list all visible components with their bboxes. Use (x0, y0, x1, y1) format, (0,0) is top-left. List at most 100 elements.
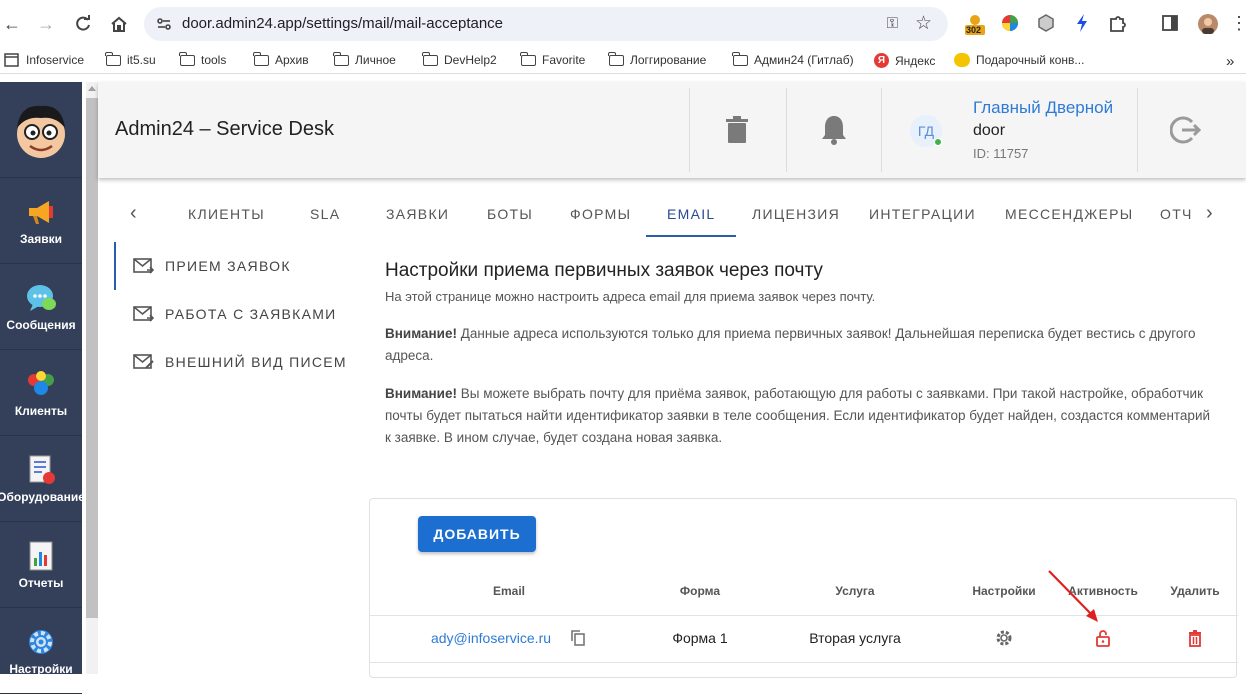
tab-reports[interactable]: ОТЧ (1160, 206, 1193, 222)
sidebar-item-clients[interactable]: Клиенты (0, 350, 82, 436)
trash-icon[interactable] (726, 116, 748, 149)
menu-item-request-acceptance[interactable]: ПРИЕМ ЗАЯВОК (114, 242, 364, 290)
gift-logo-icon (954, 53, 970, 67)
warning-label: Внимание! (385, 386, 457, 401)
bookmark-label: it5.su (127, 53, 156, 67)
side-panel-icon[interactable] (1160, 13, 1180, 33)
active-tab-indicator (646, 235, 736, 237)
bookmark-gitlab[interactable]: Админ24 (Гитлаб) (732, 51, 854, 67)
bookmark-label: Личное (355, 53, 396, 67)
copy-icon[interactable] (569, 629, 587, 647)
profile-avatar-icon[interactable] (1197, 13, 1218, 34)
menu-item-mail-appearance[interactable]: ВНЕШНИЙ ВИД ПИСЕМ (114, 338, 364, 386)
folder-icon (105, 51, 121, 66)
megaphone-icon (29, 201, 53, 224)
bookmark-it5[interactable]: it5.su (105, 51, 156, 67)
star-icon[interactable]: ☆ (915, 12, 932, 35)
menu-item-label: ПРИЕМ ЗАЯВОК (165, 258, 291, 274)
user-initials: ГД (917, 123, 935, 139)
key-icon[interactable]: ⚿ (887, 15, 898, 32)
folder-icon (253, 51, 269, 66)
tab-license[interactable]: ЛИЦЕНЗИЯ (752, 206, 840, 222)
tab-clients[interactable]: КЛИЕНТЫ (188, 206, 265, 222)
bell-icon[interactable] (820, 114, 848, 151)
sidebar-item-label: Клиенты (14, 404, 68, 418)
bookmark-label: Админ24 (Гитлаб) (754, 53, 854, 67)
reload-icon[interactable] (71, 12, 95, 36)
site-settings-icon[interactable] (156, 16, 172, 32)
browser-menu-icon[interactable]: ⋮ (1230, 13, 1246, 33)
unlock-icon[interactable] (1094, 629, 1112, 647)
extension-badge-count: 302 (966, 25, 982, 35)
add-button[interactable]: ДОБАВИТЬ (418, 516, 536, 552)
sidebar-item-label: Отчеты (18, 576, 64, 590)
bookmark-infoservice[interactable]: Infoservice (4, 53, 84, 67)
column-header-email: Email (492, 584, 526, 598)
bookmarks-overflow-icon[interactable]: » (1226, 53, 1234, 70)
column-header-form: Форма (679, 584, 721, 598)
page-scrollbar[interactable] (86, 82, 98, 674)
warning-label: Внимание! (385, 326, 457, 341)
url-text[interactable]: door.admin24.app/settings/mail/mail-acce… (182, 15, 503, 32)
tab-sla[interactable]: SLA (310, 206, 340, 222)
row-service: Вторая услуга (809, 630, 901, 646)
bookmark-gift[interactable]: Подарочный конв... (954, 53, 1084, 67)
delete-icon[interactable] (1186, 629, 1204, 647)
sidebar-item-label: Сообщения (6, 318, 76, 332)
column-header-delete: Удалить (1170, 584, 1220, 598)
clients-icon (28, 371, 54, 395)
page-icon (4, 53, 19, 67)
home-icon[interactable] (107, 12, 131, 36)
folder-icon (520, 51, 536, 66)
folder-icon (333, 51, 349, 66)
user-avatar[interactable]: ГД (910, 115, 942, 147)
tab-integrations[interactable]: ИНТЕГРАЦИИ (869, 206, 976, 222)
menu-item-request-work[interactable]: РАБОТА С ЗАЯВКАМИ (114, 290, 364, 338)
sidebar-item-messages[interactable]: Сообщения (0, 264, 82, 350)
tabs-prev-icon[interactable]: ‹ (130, 202, 137, 225)
bookmark-yandex[interactable]: Я Яндекс (874, 53, 935, 68)
row-form: Форма 1 (672, 630, 728, 646)
tab-forms[interactable]: ФОРМЫ (570, 206, 631, 222)
cube-icon[interactable] (1036, 13, 1056, 33)
folder-icon (179, 51, 195, 66)
online-status-dot (934, 138, 942, 146)
forward-icon[interactable]: → (34, 12, 58, 36)
column-header-settings: Настройки (972, 584, 1036, 598)
mail-in-icon (133, 258, 155, 274)
tabs-next-icon[interactable]: › (1206, 202, 1213, 225)
scrollbar-thumb[interactable] (86, 98, 98, 618)
tab-requests[interactable]: ЗАЯВКИ (386, 206, 449, 222)
color-wheel-icon[interactable] (1000, 13, 1020, 33)
menu-item-label: РАБОТА С ЗАЯВКАМИ (165, 306, 337, 322)
user-name[interactable]: Главный Дверной (973, 98, 1113, 118)
tab-bots[interactable]: БОТЫ (487, 206, 533, 222)
lightning-icon[interactable] (1072, 13, 1092, 33)
row-email[interactable]: ady@infoservice.ru (431, 630, 551, 646)
sidebar-item-reports[interactable]: Отчеты (0, 522, 82, 608)
sidebar-item-equipment[interactable]: Оборудование (0, 436, 85, 522)
bookmark-logging[interactable]: Логгирование (608, 51, 706, 67)
logout-icon[interactable] (1169, 116, 1202, 149)
app-logo[interactable] (0, 82, 82, 178)
bookmark-favorite[interactable]: Favorite (520, 51, 585, 67)
sidebar-item-requests[interactable]: Заявки (0, 178, 82, 264)
header-divider (1137, 88, 1138, 172)
back-icon[interactable]: ← (0, 12, 24, 36)
sidebar-item-settings[interactable]: Настройки (0, 608, 82, 694)
tab-messengers[interactable]: МЕССЕНДЖЕРЫ (1005, 206, 1133, 222)
warning-text-2: Внимание! Вы можете выбрать почту для пр… (385, 383, 1215, 449)
bookmark-devhelp[interactable]: DevHelp2 (422, 51, 497, 67)
scroll-up-icon[interactable] (88, 86, 96, 91)
bookmark-personal[interactable]: Личное (333, 51, 396, 67)
extensions-puzzle-icon[interactable] (1108, 13, 1128, 33)
tab-email[interactable]: EMAIL (667, 206, 716, 222)
extension-badge-icon[interactable]: 302 (964, 13, 985, 35)
address-bar[interactable]: door.admin24.app/settings/mail/mail-acce… (144, 7, 948, 41)
bookmark-tools[interactable]: tools (179, 51, 227, 67)
sidebar-item-label: Заявки (20, 232, 62, 246)
settings-gear-icon[interactable] (995, 629, 1013, 647)
warning-body: Вы можете выбрать почту для приёма заяво… (385, 386, 1211, 445)
bookmark-archive[interactable]: Архив (253, 51, 309, 67)
bookmark-label: tools (201, 53, 227, 67)
